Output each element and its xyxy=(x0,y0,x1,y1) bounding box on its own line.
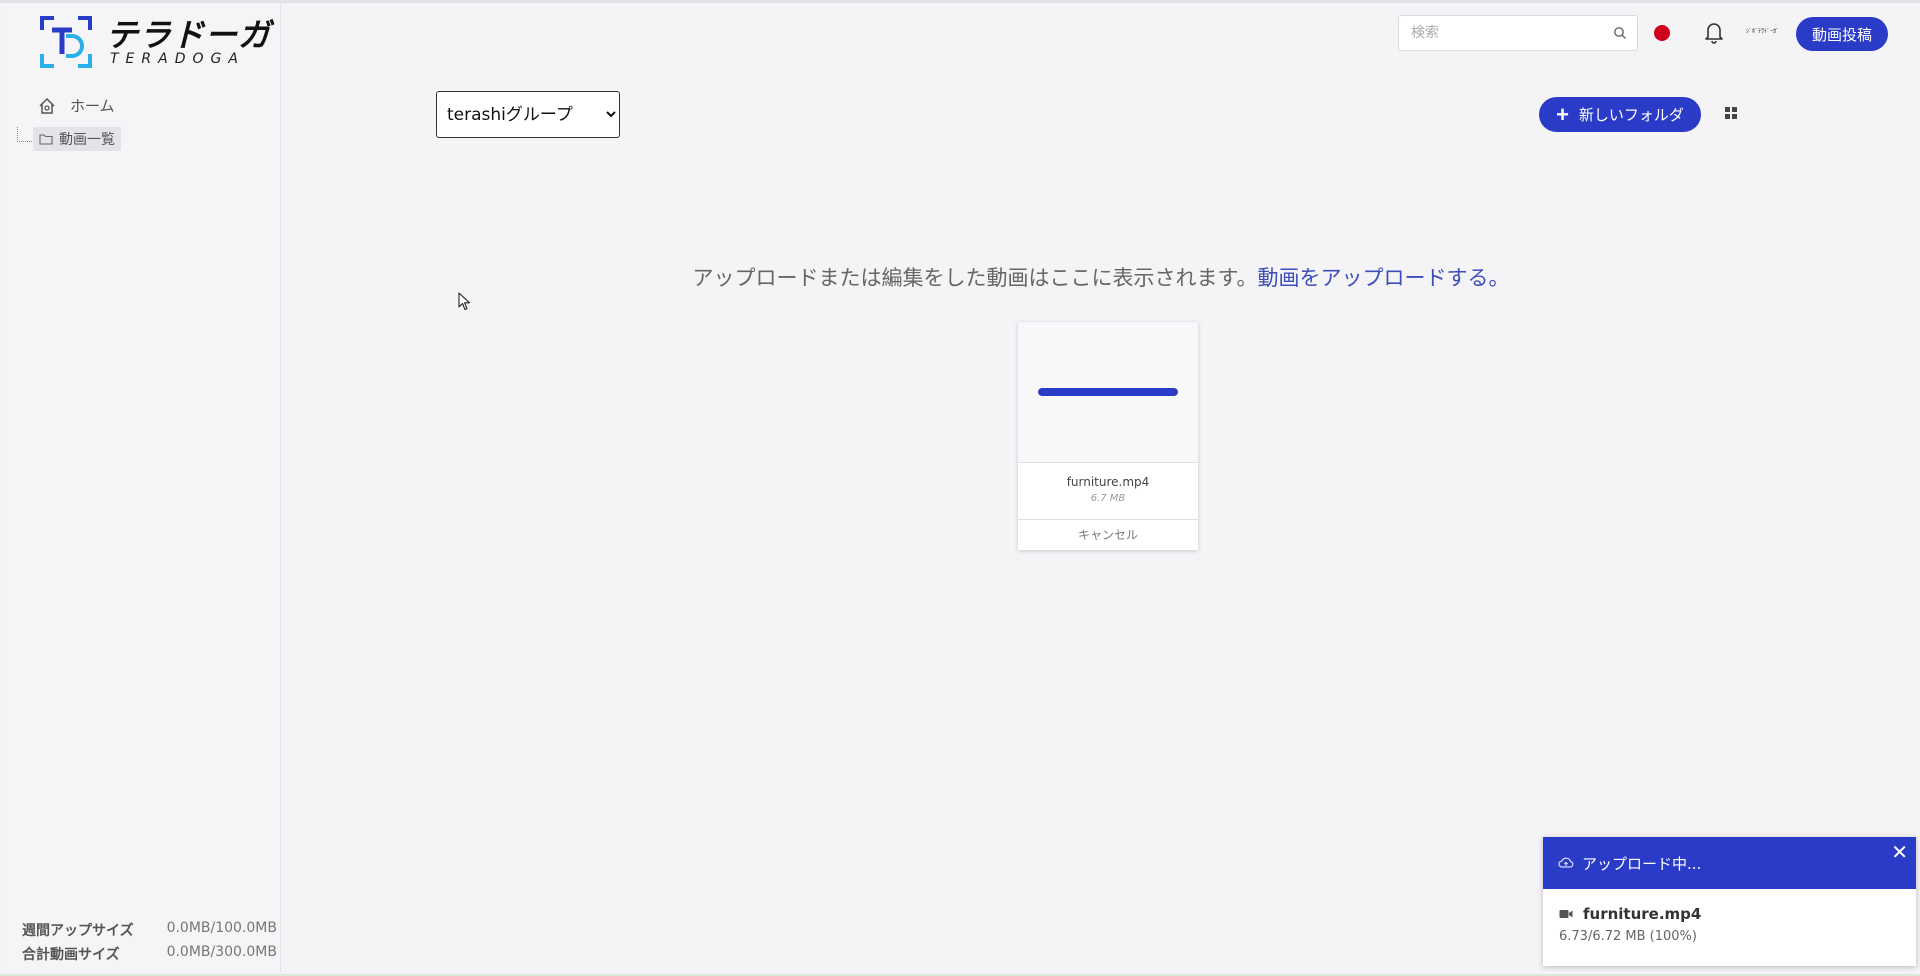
brand-name-jp: テラドーガ xyxy=(106,16,272,54)
home-icon xyxy=(39,97,55,114)
upload-filesize: 6.7 MB xyxy=(1090,493,1126,504)
window-top-border xyxy=(0,0,1920,3)
weekly-upload-quota: 週間アップサイズ 0.0MB/100.0MB xyxy=(22,920,277,940)
upload-video-link[interactable]: 動画をアップロードする。 xyxy=(1257,266,1509,290)
grid-view-icon[interactable] xyxy=(1724,106,1738,120)
folder-icon xyxy=(39,134,53,145)
empty-state-text: アップロードまたは編集をした動画はここに表示されます。 xyxy=(692,266,1258,290)
record-indicator[interactable] xyxy=(1654,25,1670,41)
brand-text: テラドーガ TERADOGA xyxy=(106,18,271,66)
cloud-upload-icon xyxy=(1558,857,1574,868)
search-input[interactable] xyxy=(1399,16,1613,50)
cancel-upload-button[interactable]: キャンセル xyxy=(1018,519,1198,550)
empty-state-message: アップロードまたは編集をした動画はここに表示されます。動画をアップロードする。 xyxy=(0,262,1920,292)
upload-status-panel: アップロード中... ✕ furniture.mp4 6.73/6.72 MB … xyxy=(1543,837,1916,966)
search-icon[interactable] xyxy=(1613,26,1627,40)
new-folder-label: 新しいフォルダ xyxy=(1578,107,1684,124)
bell-icon[interactable] xyxy=(1703,20,1725,44)
new-folder-button[interactable]: + 新しいフォルダ xyxy=(1539,97,1701,132)
upload-status-file: furniture.mp4 xyxy=(1559,905,1916,923)
upload-card-thumbnail xyxy=(1018,322,1198,463)
upload-status-filename: furniture.mp4 xyxy=(1583,905,1702,923)
quota-label: 週間アップサイズ xyxy=(22,923,134,939)
brand-name-en: TERADOGA xyxy=(110,51,245,67)
sidebar-item-label: 動画一覧 xyxy=(59,132,115,148)
upload-filename: furniture.mp4 xyxy=(1066,475,1150,489)
post-video-button[interactable]: 動画投稿 xyxy=(1796,17,1888,51)
sidebar-item-home[interactable]: ホーム xyxy=(38,95,115,116)
plus-icon: + xyxy=(1556,101,1569,127)
quota-value: 0.0MB/300.0MB xyxy=(166,944,277,960)
close-icon[interactable]: ✕ xyxy=(1891,841,1908,863)
upload-status-progress: 6.73/6.72 MB (100%) xyxy=(1559,929,1697,944)
total-video-quota: 合計動画サイズ 0.0MB/300.0MB xyxy=(22,944,277,964)
upload-status-title: アップロード中... xyxy=(1582,854,1702,873)
tree-connector xyxy=(17,127,32,142)
mouse-cursor-icon xyxy=(458,292,471,311)
teradoga-logo-icon xyxy=(40,16,92,68)
search-box xyxy=(1398,15,1638,51)
sidebar: テラドーガ TERADOGA ホーム 動画一覧 週間アップサイズ 0.0MB/1… xyxy=(4,3,281,972)
quota-value: 0.0MB/100.0MB xyxy=(166,920,277,936)
sidebar-item-videos[interactable]: 動画一覧 xyxy=(33,127,121,151)
video-camera-icon xyxy=(1559,910,1573,918)
quota-label: 合計動画サイズ xyxy=(22,947,120,963)
upload-status-header: アップロード中... ✕ xyxy=(1543,837,1916,889)
upload-progress-fill xyxy=(1038,388,1178,396)
upload-card: furniture.mp4 6.7 MB キャンセル xyxy=(1018,322,1198,550)
sidebar-item-label: ホーム xyxy=(70,97,115,115)
brand-logo[interactable]: テラドーガ TERADOGA xyxy=(40,16,271,68)
group-select[interactable]: terashiグループ xyxy=(436,91,620,138)
upload-progress-bar xyxy=(1038,388,1178,396)
account-avatar[interactable]: ｼﾞﾎﾞﾃﾗﾄﾞｰｶﾞ xyxy=(1746,28,1780,36)
